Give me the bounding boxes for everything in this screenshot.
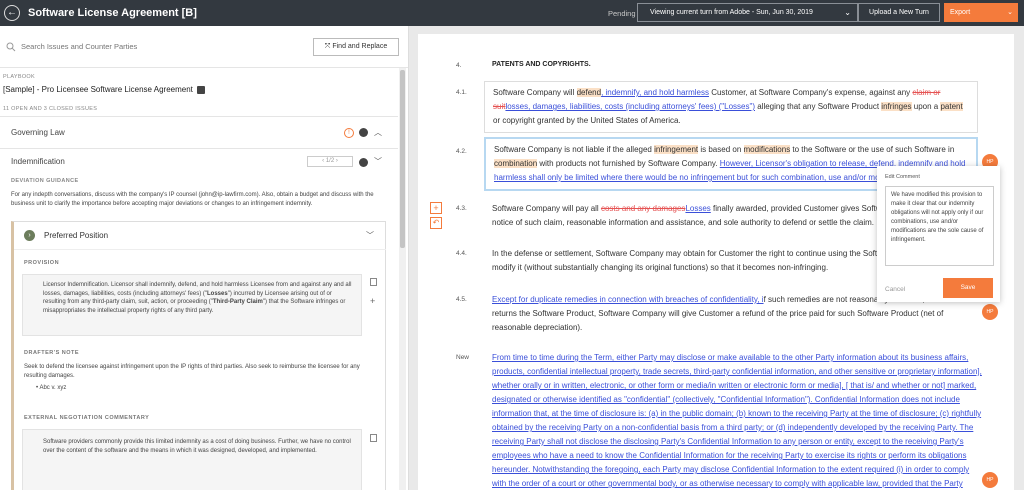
chevron-down-icon[interactable]: ﹀ [374,149,382,175]
paragraph-4-1[interactable]: Software Company will defend, indemnify,… [484,81,978,133]
new-paragraph[interactable]: From time to time during the Term, eithe… [492,351,984,490]
chevron-down-icon[interactable]: ﹀ [366,230,374,241]
export-label: Export [950,9,971,16]
deviation-guidance-title: DEVIATION GUIDANCE [11,178,79,184]
copy-icon[interactable] [370,278,377,286]
upload-turn-button[interactable]: Upload a New Turn [858,3,940,22]
cancel-button[interactable]: Cancel [885,286,905,293]
export-button[interactable]: Export ⌄ [944,3,1018,22]
turn-select[interactable]: Viewing current turn from Adobe - Sun, J… [637,3,858,22]
drafters-note-title: DRAFTER'S NOTE [24,350,80,356]
user-avatar[interactable]: HP [982,304,998,320]
find-replace-button[interactable]: ⤧ Find and Replace [313,38,399,56]
user-avatar[interactable]: HP [982,472,998,488]
issues-count: 11 OPEN AND 3 CLOSED ISSUES [3,106,98,112]
comment-textarea[interactable]: We have modified this provision to make … [885,186,994,266]
document-title: Software License Agreement [B] [28,7,197,19]
paragraph-number: 4.1. [456,89,467,96]
top-bar: ← Software License Agreement [B] Pending… [0,0,1024,26]
back-arrow-icon[interactable]: ← [4,5,20,21]
plus-icon[interactable]: + [370,296,375,306]
preferred-position-panel: › Preferred Position ﹀ PROVISION Licenso… [11,221,386,490]
playbook-icon [197,85,206,94]
pager-value: 1/2 [325,158,335,164]
paragraph-number: 4.2. [456,148,467,155]
save-button[interactable]: Save [943,278,993,298]
drafters-note-bullet: • Abc v. xyz [36,385,67,391]
pager-prev-icon[interactable]: ‹ [322,158,324,164]
deviation-guidance-text: For any indepth conversations, discuss w… [11,192,374,207]
search-input[interactable] [21,42,301,51]
section-heading: PATENTS AND COPYRIGHTS. [492,61,591,68]
issue-governing-law[interactable]: Governing Law ! ︿ [0,116,398,148]
external-commentary-text: Software providers commonly provide this… [22,429,362,490]
preferred-position-header[interactable]: › Preferred Position ﹀ [14,222,386,250]
check-icon: › [24,230,35,241]
issue-label: Indemnification [11,157,65,166]
chevron-up-icon[interactable]: ︿ [374,117,382,149]
drafters-note-text: Seek to defend the licensee against infr… [24,364,360,379]
turn-select-label: Viewing current turn from Adobe - Sun, J… [650,9,813,16]
provision-text: Licensor Indemnification. Licensor shall… [22,274,362,336]
edit-comment-popup: Edit Comment We have modified this provi… [877,166,1000,302]
new-paragraph-label: New [456,354,470,361]
pending-status: Pending [608,9,636,18]
chevron-down-icon: ⌄ [1007,9,1013,16]
status-check-icon [359,158,368,167]
external-commentary-title: EXTERNAL NEGOTIATION COMMENTARY [24,415,150,421]
playbook-label: PLAYBOOK [3,74,35,80]
search-icon [6,42,16,51]
issue-pager[interactable]: ‹ 1/2 › [307,156,353,167]
undo-icon[interactable]: ↶ [430,217,442,229]
add-change-icon[interactable]: + [430,202,442,214]
pager-next-icon[interactable]: › [336,158,338,164]
status-check-icon [359,128,368,137]
find-replace-label: Find and Replace [332,43,388,50]
copy-icon[interactable] [370,434,377,442]
playbook-name[interactable]: [Sample] - Pro Licensee Software License… [3,85,206,94]
paragraph-number: 4.4. [456,250,467,257]
section-number: 4. [456,62,462,69]
warning-icon: ! [344,128,354,138]
paragraph-number: 4.3. [456,205,467,212]
issue-label: Governing Law [11,128,65,137]
chevron-down-icon: ⌄ [844,8,851,17]
playbook-name-text: [Sample] - Pro Licensee Software License… [3,85,193,94]
comment-title: Edit Comment [885,174,920,180]
sidebar-scrollbar-thumb[interactable] [400,70,405,248]
paragraph-number: 4.5. [456,296,467,303]
issues-sidebar: ⤧ Find and Replace PLAYBOOK [Sample] - P… [0,26,409,490]
sidebar-scrollbar[interactable] [399,68,406,490]
find-replace-icon: ⤧ [324,43,331,50]
preferred-position-title: Preferred Position [44,231,109,240]
provision-title: PROVISION [24,260,60,266]
